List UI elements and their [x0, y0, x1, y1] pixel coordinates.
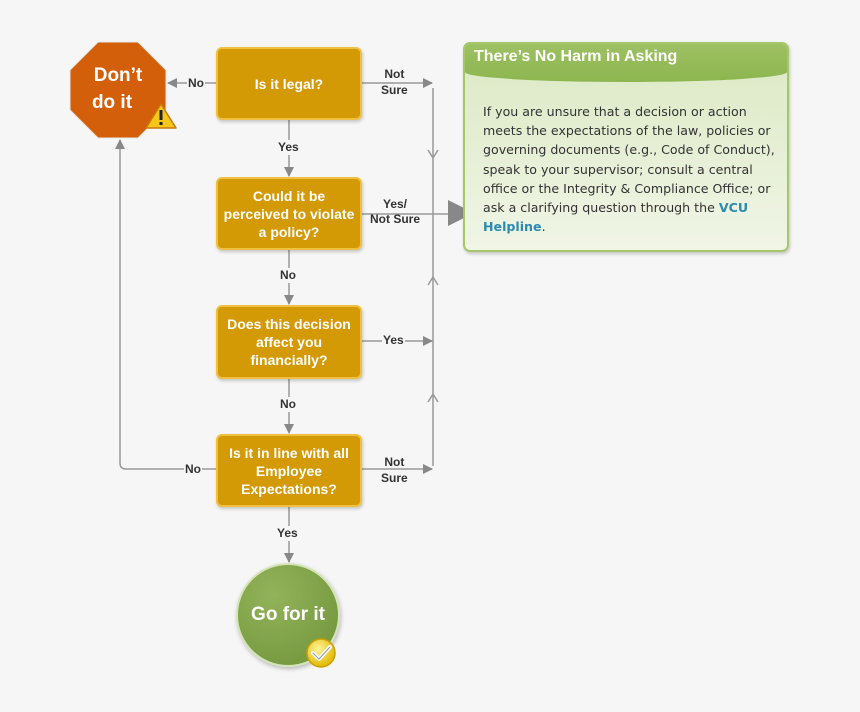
decision-policy: Could it be perceived to violate a polic…	[216, 177, 362, 250]
decision-text: Could it be perceived to violate a polic…	[223, 187, 355, 240]
label-line: Yes/	[382, 197, 408, 211]
decision-legal: Is it legal?	[216, 47, 362, 120]
info-panel: There’s No Harm in Asking If you are uns…	[463, 42, 789, 252]
go-label: Go for it	[251, 604, 325, 625]
stop-label-line1: Don’t	[93, 65, 143, 86]
label-line: Not	[384, 67, 405, 81]
edge-label-financial-no: No	[279, 397, 297, 412]
edge-label-expectations-notsure: Not Sure	[380, 455, 409, 486]
edge-expectations-no	[115, 139, 216, 470]
decision-financial: Does this decision affect you financiall…	[216, 305, 362, 379]
checkmark-icon	[306, 638, 336, 668]
dont-do-it-terminal: Don’t do it	[70, 62, 166, 116]
decision-text: Does this decision affect you financiall…	[227, 316, 351, 368]
decision-text: Is it legal?	[254, 75, 324, 92]
info-panel-title: There’s No Harm in Asking	[465, 44, 787, 82]
edge-label-financial-yes: Yes	[382, 333, 405, 348]
label-line: Sure	[381, 83, 408, 97]
decision-expectations: Is it in line with all Employee Expectat…	[216, 434, 362, 507]
label-line: Not	[384, 455, 405, 469]
edge-label-policy-no: No	[279, 268, 297, 283]
label-line: Sure	[381, 471, 408, 485]
decision-text: Is it in line with all Employee Expectat…	[229, 444, 349, 497]
info-panel-text-end: .	[541, 219, 546, 235]
edge-label-policy-yes: Yes/Not Sure	[369, 197, 421, 227]
edge-label-legal-no: No	[187, 76, 205, 91]
edge-label-expectations-yes: Yes	[276, 526, 299, 541]
stop-label-line2: do it	[91, 92, 133, 113]
info-panel-text: If you are unsure that a decision or act…	[483, 104, 775, 216]
edge-label-legal-notsure: Not Sure	[380, 67, 409, 98]
edge-label-expectations-no: No	[184, 462, 202, 477]
info-panel-body: If you are unsure that a decision or act…	[465, 82, 787, 236]
edge-label-legal-yes: Yes	[277, 140, 300, 155]
label-line: Not Sure	[370, 212, 421, 226]
